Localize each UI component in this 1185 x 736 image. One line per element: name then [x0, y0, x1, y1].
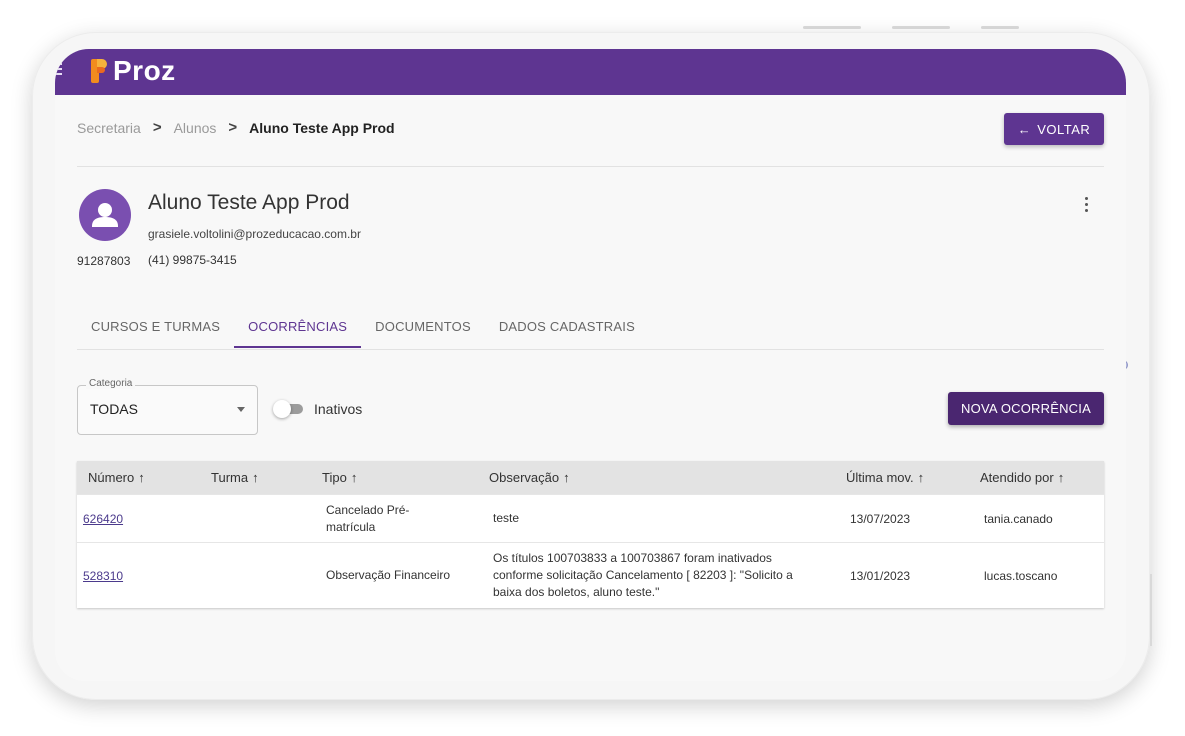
column-header-tipo[interactable]: Tipo ↑ [311, 470, 478, 485]
student-email: grasiele.voltolini@prozeducacao.com.br [148, 227, 361, 241]
tab-documentos[interactable]: DOCUMENTOS [361, 311, 485, 346]
column-header-turma[interactable]: Turma ↑ [200, 470, 311, 485]
inactive-toggle[interactable] [273, 400, 303, 418]
tabs-divider [77, 349, 1104, 350]
back-button-label: VOLTAR [1037, 121, 1091, 137]
proz-logo-mark-icon [91, 57, 109, 85]
sort-arrow-icon: ↑ [138, 470, 145, 485]
occurrence-number-link[interactable]: 626420 [83, 512, 123, 526]
tab-dados-cadastrais[interactable]: DADOS CADASTRAIS [485, 311, 649, 346]
app-screen: Proz Secretaria > Alunos > Aluno Teste A… [55, 49, 1126, 681]
cell-ultima-mov: 13/01/2023 [850, 568, 911, 583]
cell-observacao: Os títulos 100703833 a 100703867 foram i… [493, 551, 793, 599]
category-label: Categoria [86, 378, 136, 389]
cell-atendido-por: lucas.toscano [984, 568, 1058, 583]
sort-arrow-icon: ↑ [1057, 470, 1065, 485]
student-phone: (41) 99875-3415 [148, 253, 237, 267]
occurrence-number-link[interactable]: 528310 [83, 569, 123, 583]
device-speaker-line-2 [892, 26, 950, 29]
person-icon [92, 203, 118, 227]
tab-cursos-e-turmas[interactable]: CURSOS E TURMAS [77, 311, 234, 346]
occurrences-table: Número ↑ Turma ↑ Tipo ↑ Observação ↑ Última … [77, 461, 1104, 608]
column-header-numero[interactable]: Número ↑ [77, 470, 200, 485]
sort-arrow-icon: ↑ [563, 470, 570, 485]
more-vert-icon[interactable] [1079, 197, 1093, 217]
inactive-toggle-label: Inativos [314, 401, 363, 417]
logo-text: Proz [113, 55, 176, 86]
breadcrumb-chevron-icon: > [152, 119, 162, 136]
category-select[interactable]: Categoria TODAS [77, 378, 258, 435]
student-name: Aluno Teste App Prod [148, 191, 350, 214]
arrow-left-icon: ← [1017, 121, 1032, 137]
device-side-edge [1150, 574, 1152, 646]
app-bar: Proz [55, 49, 1126, 95]
column-header-observacao[interactable]: Observação ↑ [478, 470, 835, 485]
device-speaker-line-1 [803, 26, 861, 29]
new-occurrence-button[interactable]: NOVA OCORRÊNCIA [948, 392, 1104, 425]
table-row: 626420 Cancelado Pré-matrícula teste 13/… [77, 494, 1104, 542]
header-divider [77, 166, 1104, 167]
breadcrumb-current: Aluno Teste App Prod [249, 119, 395, 136]
sort-arrow-icon: ↑ [252, 470, 259, 485]
sort-arrow-icon: ↑ [917, 470, 925, 485]
tab-ocorrencias[interactable]: OCORRÊNCIAS [234, 311, 362, 348]
cell-observacao: teste [493, 511, 520, 525]
category-value: TODAS [90, 401, 138, 417]
table-row: 528310 Observação Financeiro Os títulos … [77, 542, 1104, 608]
cell-atendido-por: tania.canado [984, 511, 1053, 526]
breadcrumb-alunos[interactable]: Alunos [174, 120, 217, 136]
breadcrumb-secretaria[interactable]: Secretaria [77, 120, 141, 136]
table-header: Número ↑ Turma ↑ Tipo ↑ Observação ↑ Última … [77, 461, 1104, 494]
back-button[interactable]: ← VOLTAR [1004, 113, 1104, 145]
device-speaker-line-3 [981, 26, 1019, 29]
menu-icon[interactable] [55, 63, 67, 78]
dropdown-caret-icon [237, 407, 245, 412]
column-header-atendido-por[interactable]: Atendido por ↑ [969, 470, 1104, 485]
sort-arrow-icon: ↑ [350, 470, 358, 485]
breadcrumb: Secretaria > Alunos > Aluno Teste App Pr… [77, 119, 395, 136]
cell-tipo: Observação Financeiro [326, 568, 451, 582]
cell-tipo: Cancelado Pré-matrícula [326, 502, 410, 534]
tab-bar: CURSOS E TURMAS OCORRÊNCIAS DOCUMENTOS D… [77, 311, 649, 348]
avatar [79, 189, 131, 241]
cell-ultima-mov: 13/07/2023 [850, 511, 911, 526]
breadcrumb-chevron-icon: > [228, 119, 238, 136]
column-header-ultima-mov[interactable]: Última mov. ↑ [835, 470, 969, 485]
proz-logo[interactable]: Proz [91, 55, 176, 87]
student-id: 91287803 [77, 254, 131, 268]
